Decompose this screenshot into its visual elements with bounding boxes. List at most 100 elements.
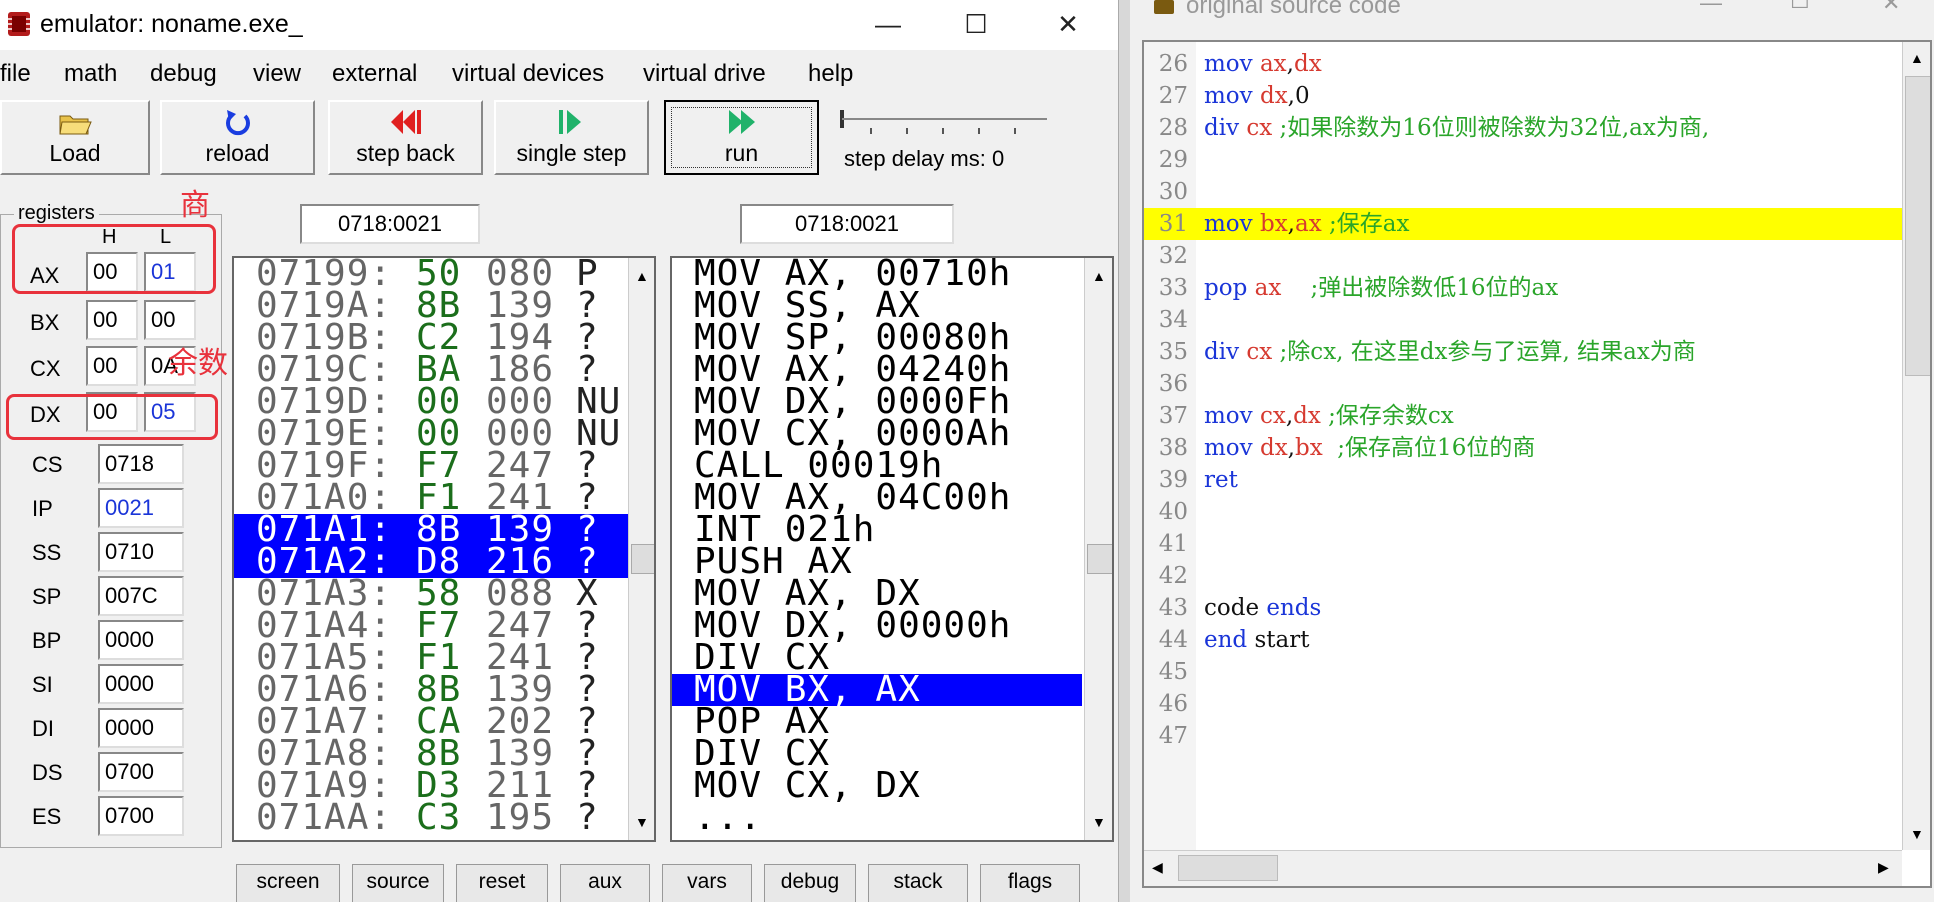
source-hscroll-thumb[interactable] <box>1178 855 1278 881</box>
menu-virtual-drive[interactable]: virtual drive <box>643 60 766 88</box>
code-token: , <box>1286 51 1294 77</box>
code-token: dx <box>1293 403 1321 429</box>
source-line[interactable]: 43 code ends <box>1144 592 1904 624</box>
run-button[interactable]: run <box>664 100 819 175</box>
single-step-button[interactable]: single step <box>494 100 649 175</box>
menu-help[interactable]: help <box>808 60 853 88</box>
source-line[interactable]: 40 <box>1144 496 1904 528</box>
disassembly-list[interactable]: MOV AX, 00710h MOV SS, AX MOV SP, 00080h MO… <box>670 256 1114 842</box>
scroll-down-icon[interactable]: ▼ <box>1910 826 1924 842</box>
ds-field[interactable]: 0700 <box>98 752 184 792</box>
line-code: mov bx,ax ;保存ax <box>1204 208 1409 240</box>
disasm-address-field[interactable]: 0718:0021 <box>740 204 954 244</box>
maximize-button[interactable]: ☐ <box>1790 0 1810 14</box>
scroll-right-icon[interactable]: ▶ <box>1878 859 1889 876</box>
step-delay-slider[interactable] <box>840 108 1050 138</box>
tab-aux[interactable]: aux <box>560 864 650 902</box>
source-line[interactable]: 33 pop ax ;弹出被除数低16位的ax <box>1144 272 1904 304</box>
bx-low-field[interactable]: 00 <box>144 300 196 340</box>
scroll-left-icon[interactable]: ◀ <box>1152 859 1163 876</box>
ip-field[interactable]: 0021 <box>98 488 184 528</box>
line-number: 39 <box>1158 467 1188 493</box>
scroll-up-icon[interactable]: ▲ <box>1092 268 1106 284</box>
remainder-annotation: 余数 <box>168 347 228 380</box>
menu-virtual-devices[interactable]: virtual devices <box>452 60 604 88</box>
source-line[interactable]: 34 <box>1144 304 1904 336</box>
minimize-button[interactable]: — <box>1700 0 1722 16</box>
source-line[interactable]: 45 <box>1144 656 1904 688</box>
code-token: ;除cx, 在这里dx参与了运算, 结果ax为商 <box>1272 339 1696 365</box>
disasm-row[interactable]: ... <box>672 800 1082 836</box>
maximize-button[interactable]: ☐ <box>948 0 1004 48</box>
close-button[interactable]: ✕ <box>1882 0 1900 16</box>
tab-stack[interactable]: stack <box>868 864 968 902</box>
menu-external[interactable]: external <box>332 60 417 88</box>
scroll-up-icon[interactable]: ▲ <box>1910 50 1924 66</box>
source-lines: 26 mov ax,dx 27 mov dx,0 28 div cx ;如果除数为16位则… <box>1144 48 1904 752</box>
menu-math[interactable]: math <box>64 60 117 88</box>
single-step-icon <box>496 108 647 138</box>
es-field[interactable]: 0700 <box>98 796 184 836</box>
cs-field[interactable]: 0718 <box>98 444 184 484</box>
ss-field[interactable]: 0710 <box>98 532 184 572</box>
line-number: 31 <box>1158 211 1188 237</box>
si-field[interactable]: 0000 <box>98 664 184 704</box>
disasm-scroll-thumb[interactable] <box>1087 544 1112 574</box>
menu-debug[interactable]: debug <box>150 60 217 88</box>
step-back-button[interactable]: step back <box>328 100 483 175</box>
source-line[interactable]: 38 mov dx,bx ;保存高位16位的商 <box>1144 432 1904 464</box>
scroll-down-icon[interactable]: ▼ <box>1092 814 1106 830</box>
source-vscrollbar[interactable]: ▲ ▼ <box>1902 42 1930 850</box>
menu-file[interactable]: file <box>0 60 31 88</box>
source-line[interactable]: 39 ret <box>1144 464 1904 496</box>
cx-high-field[interactable]: 00 <box>86 346 138 386</box>
code-token: div <box>1204 339 1247 365</box>
memory-scroll-thumb[interactable] <box>631 544 654 574</box>
minimize-button[interactable]: — <box>860 0 916 48</box>
disasm-scrollbar[interactable]: ▲ ▼ <box>1084 258 1112 840</box>
tab-debug[interactable]: debug <box>764 864 856 902</box>
source-line[interactable]: 35 div cx ;除cx, 在这里dx参与了运算, 结果ax为商 <box>1144 336 1904 368</box>
tab-reset[interactable]: reset <box>456 864 548 902</box>
source-line[interactable]: 42 <box>1144 560 1904 592</box>
source-vscroll-thumb[interactable] <box>1905 76 1930 376</box>
bx-high-field[interactable]: 00 <box>86 300 138 340</box>
code-token: mov <box>1204 83 1260 109</box>
source-line[interactable]: 46 <box>1144 688 1904 720</box>
source-hscrollbar[interactable]: ◀ ▶ <box>1144 850 1902 886</box>
line-code: mov dx,0 <box>1204 80 1310 112</box>
line-code: mov dx,bx ;保存高位16位的商 <box>1204 432 1535 464</box>
source-line[interactable]: 31 mov bx,ax ;保存ax <box>1144 208 1904 240</box>
tab-flags[interactable]: flags <box>980 864 1080 902</box>
source-line[interactable]: 36 <box>1144 368 1904 400</box>
source-line[interactable]: 26 mov ax,dx <box>1144 48 1904 80</box>
memory-row[interactable]: 071AA: C3 195? <box>234 797 628 838</box>
memory-list[interactable]: 07199: 50 080 P 0719A: 8B 139? 0719B: C2 194? 0719… <box>232 256 656 842</box>
source-line[interactable]: 28 div cx ;如果除数为16位则被除数为32位,ax为商, <box>1144 112 1904 144</box>
memory-hex: C3 <box>416 797 462 838</box>
memory-address-field[interactable]: 0718:0021 <box>300 204 480 244</box>
close-button[interactable]: ✕ <box>1040 0 1096 48</box>
source-editor[interactable]: 26 mov ax,dx 27 mov dx,0 28 div cx ;如果除数为16位则… <box>1142 40 1932 888</box>
tab-vars[interactable]: vars <box>662 864 752 902</box>
source-line[interactable]: 29 <box>1144 144 1904 176</box>
tab-source[interactable]: source <box>352 864 444 902</box>
memory-scrollbar[interactable]: ▲ ▼ <box>628 258 654 840</box>
scroll-down-icon[interactable]: ▼ <box>635 814 649 830</box>
sp-field[interactable]: 007C <box>98 576 184 616</box>
source-line[interactable]: 37 mov cx,dx ;保存余数cx <box>1144 400 1904 432</box>
reload-button[interactable]: reload <box>160 100 315 175</box>
source-line[interactable]: 32 <box>1144 240 1904 272</box>
source-line[interactable]: 44 end start <box>1144 624 1904 656</box>
tab-screen[interactable]: screen <box>236 864 340 902</box>
load-button[interactable]: Load <box>0 100 150 175</box>
source-line[interactable]: 41 <box>1144 528 1904 560</box>
scroll-up-icon[interactable]: ▲ <box>635 268 649 284</box>
menu-view[interactable]: view <box>253 60 301 88</box>
source-line[interactable]: 47 <box>1144 720 1904 752</box>
source-line[interactable]: 30 <box>1144 176 1904 208</box>
bp-field[interactable]: 0000 <box>98 620 184 660</box>
code-token: mov <box>1204 403 1260 429</box>
di-field[interactable]: 0000 <box>98 708 184 748</box>
source-line[interactable]: 27 mov dx,0 <box>1144 80 1904 112</box>
